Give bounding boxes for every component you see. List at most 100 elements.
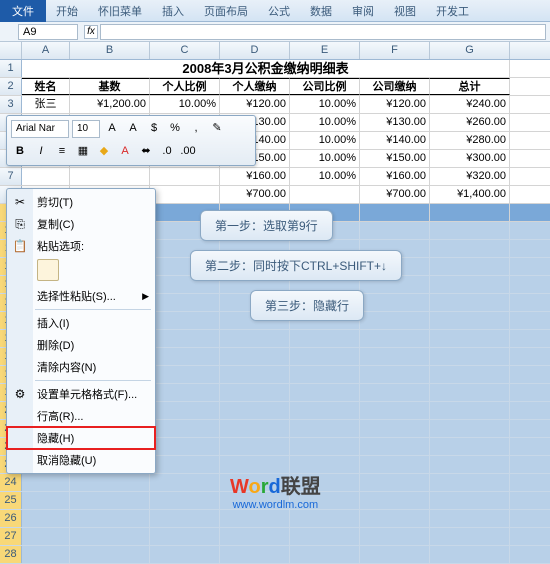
hdr-prate[interactable]: 个人比例	[150, 78, 220, 95]
cell[interactable]: ¥140.00	[360, 132, 430, 149]
col-header-a[interactable]: A	[22, 42, 70, 59]
font-name[interactable]: Arial Nar	[11, 120, 69, 138]
cell[interactable]: 10.00%	[290, 150, 360, 167]
cell[interactable]	[430, 240, 510, 257]
cell[interactable]	[150, 546, 220, 563]
cell[interactable]	[290, 366, 360, 383]
cell[interactable]	[220, 348, 290, 365]
cell[interactable]	[70, 546, 150, 563]
cell[interactable]	[360, 330, 430, 347]
cell[interactable]: ¥300.00	[430, 150, 510, 167]
cell[interactable]: ¥260.00	[430, 114, 510, 131]
cell[interactable]	[360, 438, 430, 455]
cell[interactable]	[290, 402, 360, 419]
cell[interactable]	[150, 420, 220, 437]
row-header-2[interactable]: 2	[0, 78, 22, 95]
row-header[interactable]: 24	[0, 474, 22, 491]
cell[interactable]	[150, 186, 220, 203]
cell[interactable]	[360, 366, 430, 383]
cell[interactable]	[290, 438, 360, 455]
cell[interactable]	[150, 438, 220, 455]
tab-layout[interactable]: 页面布局	[194, 0, 258, 22]
cell[interactable]: ¥280.00	[430, 132, 510, 149]
select-all-corner[interactable]	[0, 42, 22, 59]
menu-cut[interactable]: ✂剪切(T)	[7, 191, 155, 213]
cell[interactable]	[22, 528, 70, 545]
cell[interactable]	[360, 222, 430, 239]
col-header-g[interactable]: G	[430, 42, 510, 59]
tab-insert[interactable]: 插入	[152, 0, 194, 22]
tab-classic[interactable]: 怀旧菜单	[88, 0, 152, 22]
tab-data[interactable]: 数据	[300, 0, 342, 22]
cell[interactable]	[430, 222, 510, 239]
row-header[interactable]: 27	[0, 528, 22, 545]
cell[interactable]	[430, 366, 510, 383]
cell[interactable]: ¥1,200.00	[70, 96, 150, 113]
tab-view[interactable]: 视图	[384, 0, 426, 22]
col-header-d[interactable]: D	[220, 42, 290, 59]
border-icon[interactable]: ▦	[74, 143, 92, 161]
tab-formula[interactable]: 公式	[258, 0, 300, 22]
cell[interactable]	[430, 402, 510, 419]
cell[interactable]	[70, 168, 150, 185]
cell[interactable]	[360, 528, 430, 545]
shrink-font-icon[interactable]: A	[124, 120, 142, 138]
cell[interactable]	[220, 528, 290, 545]
cell[interactable]	[220, 366, 290, 383]
menu-delete[interactable]: 删除(D)	[7, 334, 155, 356]
cell[interactable]	[360, 456, 430, 473]
tab-file[interactable]: 文件	[0, 0, 46, 22]
cell[interactable]	[22, 546, 70, 563]
cell[interactable]	[150, 474, 220, 491]
cell[interactable]	[430, 528, 510, 545]
cell[interactable]	[220, 546, 290, 563]
cell[interactable]: ¥240.00	[430, 96, 510, 113]
comma-icon[interactable]: ,	[187, 120, 205, 138]
cell[interactable]	[290, 348, 360, 365]
cell[interactable]	[150, 528, 220, 545]
currency-icon[interactable]: $	[145, 120, 163, 138]
cell[interactable]: 10.00%	[290, 168, 360, 185]
menu-paste-special[interactable]: 选择性粘贴(S)...▶	[7, 285, 155, 307]
menu-unhide[interactable]: 取消隐藏(U)	[7, 449, 155, 471]
cell[interactable]: ¥320.00	[430, 168, 510, 185]
cell[interactable]: ¥120.00	[360, 96, 430, 113]
cell[interactable]	[430, 384, 510, 401]
italic-icon[interactable]: I	[32, 143, 50, 161]
hdr-base[interactable]: 基数	[70, 78, 150, 95]
cell[interactable]	[360, 348, 430, 365]
row-header[interactable]: 25	[0, 492, 22, 509]
font-size[interactable]: 10	[72, 120, 100, 138]
cell[interactable]	[360, 384, 430, 401]
cell[interactable]	[360, 420, 430, 437]
cell[interactable]	[430, 294, 510, 311]
cell[interactable]	[290, 546, 360, 563]
tab-home[interactable]: 开始	[46, 0, 88, 22]
fx-icon[interactable]: fx	[84, 25, 98, 39]
hdr-crate[interactable]: 公司比例	[290, 78, 360, 95]
hdr-total[interactable]: 总计	[430, 78, 510, 95]
cell[interactable]: 10.00%	[290, 114, 360, 131]
col-header-f[interactable]: F	[360, 42, 430, 59]
cell[interactable]	[430, 438, 510, 455]
cell[interactable]	[430, 276, 510, 293]
row-header[interactable]: 7	[0, 168, 22, 185]
cell[interactable]	[290, 528, 360, 545]
grow-font-icon[interactable]: A	[103, 120, 121, 138]
cell[interactable]	[430, 258, 510, 275]
cell[interactable]	[22, 168, 70, 185]
tab-developer[interactable]: 开发工	[426, 0, 479, 22]
cell[interactable]	[150, 312, 220, 329]
cell[interactable]	[290, 384, 360, 401]
row-header-1[interactable]: 1	[0, 60, 22, 77]
cell[interactable]: ¥130.00	[360, 114, 430, 131]
bold-icon[interactable]: B	[11, 143, 29, 161]
menu-format-cells[interactable]: ⚙设置单元格格式(F)...	[7, 383, 155, 405]
font-color-icon[interactable]: A	[116, 143, 134, 161]
cell[interactable]: 10.00%	[290, 132, 360, 149]
cell[interactable]	[430, 312, 510, 329]
cell[interactable]	[70, 474, 150, 491]
percent-icon[interactable]: %	[166, 120, 184, 138]
cell[interactable]	[360, 492, 430, 509]
cell[interactable]	[360, 312, 430, 329]
